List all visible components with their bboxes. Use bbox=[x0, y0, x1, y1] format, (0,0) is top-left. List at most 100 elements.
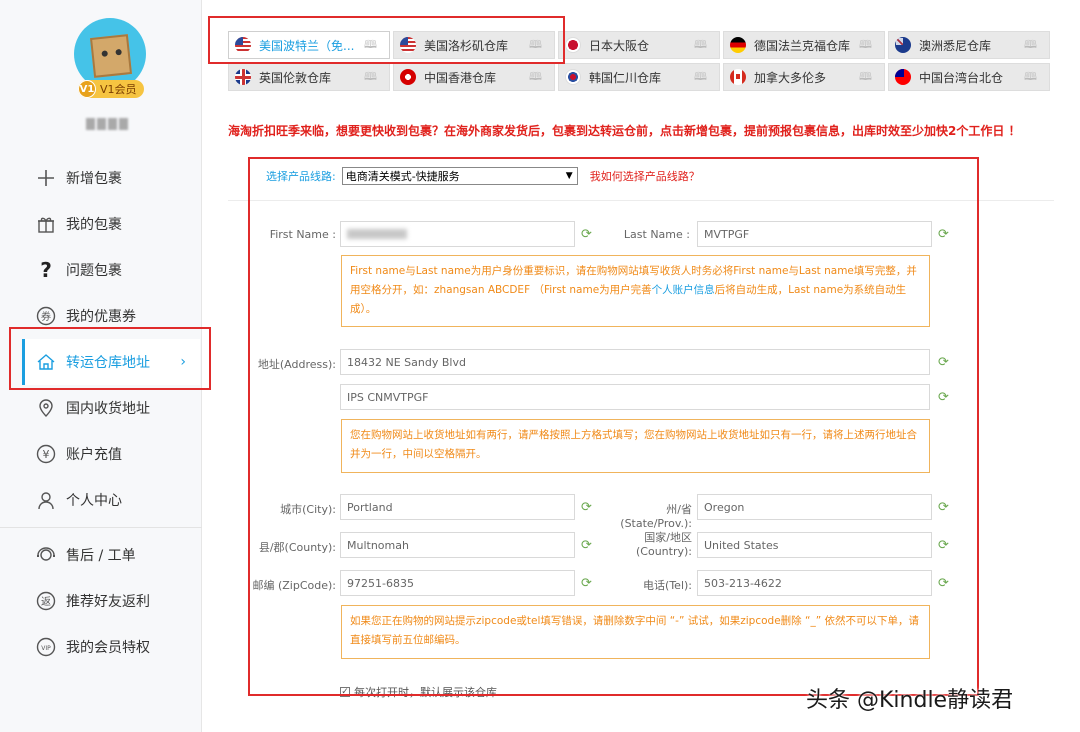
book-icon: 🕮 bbox=[529, 37, 542, 51]
zip-label: 邮编 (ZipCode): bbox=[252, 579, 336, 592]
us-flag-icon bbox=[235, 37, 251, 53]
sidebar-item-profile[interactable]: 个人中心 bbox=[0, 477, 202, 523]
sidebar-item-coupons[interactable]: 券 我的优惠券 bbox=[0, 293, 202, 339]
copy-icon[interactable]: ⟳ bbox=[581, 501, 595, 515]
sidebar-item-after-sales[interactable]: 售后 / 工单 bbox=[0, 532, 202, 578]
country-label: 国家/地区 (Country): bbox=[598, 531, 692, 559]
profile-link[interactable]: 个人账户信息 bbox=[652, 284, 715, 296]
svg-text:券: 券 bbox=[41, 310, 51, 323]
copy-icon[interactable]: ⟳ bbox=[581, 539, 595, 553]
sidebar-item-problem-packages[interactable]: ? 问题包裹 bbox=[0, 247, 202, 293]
first-name-field[interactable] bbox=[340, 221, 575, 247]
rebate-icon: 返 bbox=[36, 591, 56, 611]
tab-label: 美国波特兰（免... bbox=[259, 38, 355, 53]
tab-label: 韩国仁川仓库 bbox=[589, 70, 662, 85]
tab-label: 加拿大多伦多 bbox=[754, 70, 827, 85]
vip-badge: V1 V1会员 bbox=[78, 80, 144, 98]
first-name-blurred bbox=[347, 229, 407, 239]
book-icon: 🕮 bbox=[1024, 69, 1037, 83]
tab-label: 澳洲悉尼仓库 bbox=[919, 38, 992, 53]
copy-icon[interactable]: ⟳ bbox=[938, 577, 952, 591]
sidebar-item-recharge[interactable]: ¥ 账户充值 bbox=[0, 431, 202, 477]
sidebar-item-warehouse-address[interactable]: 转运仓库地址 › bbox=[22, 339, 200, 385]
county-label: 县/郡(County): bbox=[258, 541, 336, 554]
hong-kong-flag-icon bbox=[400, 69, 416, 85]
copy-icon[interactable]: ⟳ bbox=[938, 228, 952, 242]
question-icon: ? bbox=[40, 258, 52, 282]
vip-icon: VIP bbox=[36, 637, 56, 657]
sidebar-item-my-packages[interactable]: 我的包裹 bbox=[0, 201, 202, 247]
tab-uk-london[interactable]: 英国伦敦仓库 🕮 bbox=[228, 63, 390, 91]
svg-text:VIP: VIP bbox=[41, 645, 51, 652]
address-line-2-field[interactable]: IPS CNMVTPGF bbox=[340, 384, 930, 410]
copy-icon[interactable]: ⟳ bbox=[581, 577, 595, 591]
route-select[interactable]: 电商清关模式-快捷服务 ▼ bbox=[341, 167, 578, 185]
copy-icon[interactable]: ⟳ bbox=[581, 228, 595, 242]
avatar[interactable]: V1 V1会员 bbox=[74, 18, 148, 98]
tab-japan-osaka[interactable]: 日本大阪仓 🕮 bbox=[558, 31, 720, 59]
sidebar-item-add-package[interactable]: 新增包裹 bbox=[0, 155, 202, 201]
book-icon: 🕮 bbox=[859, 37, 872, 51]
zip-field[interactable]: 97251-6835 bbox=[340, 570, 575, 596]
divider bbox=[228, 200, 1054, 201]
chevron-right-icon: › bbox=[180, 354, 186, 370]
tab-us-portland[interactable]: 美国波特兰（免... 🕮 bbox=[228, 31, 390, 59]
sidebar-item-label: 国内收货地址 bbox=[66, 401, 150, 417]
sidebar-item-label: 转运仓库地址 bbox=[66, 355, 150, 371]
default-warehouse-option[interactable]: ✓ 每次打开时，默认展示该仓库 bbox=[340, 684, 497, 700]
book-icon: 🕮 bbox=[859, 69, 872, 83]
address-label: 地址(Address): bbox=[257, 358, 336, 371]
copy-icon[interactable]: ⟳ bbox=[938, 356, 952, 370]
sidebar-item-label: 个人中心 bbox=[66, 493, 122, 509]
county-field[interactable]: Multnomah bbox=[340, 532, 575, 558]
copy-icon[interactable]: ⟳ bbox=[938, 539, 952, 553]
japan-flag-icon bbox=[565, 37, 581, 53]
tab-us-los-angeles[interactable]: 美国洛杉矶仓库 🕮 bbox=[393, 31, 555, 59]
sidebar-item-label: 我的会员特权 bbox=[66, 640, 150, 656]
taiwan-flag-icon bbox=[895, 69, 911, 85]
copy-icon[interactable]: ⟳ bbox=[938, 391, 952, 405]
last-name-label: Last Name : bbox=[623, 228, 690, 241]
svg-text:返: 返 bbox=[41, 596, 51, 608]
sidebar-menu: 新增包裹 我的包裹 ? 问题包裹 券 我的优惠券 转运仓库地址 › 国内收货地址… bbox=[0, 155, 202, 670]
uk-flag-icon bbox=[235, 69, 251, 85]
state-field[interactable]: Oregon bbox=[697, 494, 932, 520]
book-icon: 🕮 bbox=[694, 37, 707, 51]
australia-flag-icon bbox=[895, 37, 911, 53]
tab-taiwan-taipei[interactable]: 中国台湾台北仓 🕮 bbox=[888, 63, 1050, 91]
sidebar-item-vip-privileges[interactable]: VIP 我的会员特权 bbox=[0, 624, 202, 670]
country-field[interactable]: United States bbox=[697, 532, 932, 558]
city-field[interactable]: Portland bbox=[340, 494, 575, 520]
service-icon bbox=[36, 545, 56, 565]
tab-germany-frankfurt[interactable]: 德国法兰克福仓库 🕮 bbox=[723, 31, 885, 59]
korea-flag-icon bbox=[565, 69, 581, 85]
last-name-field[interactable]: MVTPGF bbox=[697, 221, 932, 247]
book-icon: 🕮 bbox=[529, 69, 542, 83]
tel-field[interactable]: 503-213-4622 bbox=[697, 570, 932, 596]
sidebar-item-label: 新增包裹 bbox=[66, 171, 122, 187]
caret-down-icon: ▼ bbox=[565, 171, 573, 181]
book-icon: 🕮 bbox=[1024, 37, 1037, 51]
route-help-link[interactable]: 我如何选择产品线路？ bbox=[590, 168, 700, 184]
route-label: 选择产品线路: bbox=[266, 170, 336, 183]
zip-tip: 如果您正在购物的网站提示zipcode或tel填写错误，请删除数字中间 “-” … bbox=[341, 605, 930, 659]
tab-hong-kong[interactable]: 中国香港仓库 🕮 bbox=[393, 63, 555, 91]
copy-icon[interactable]: ⟳ bbox=[938, 501, 952, 515]
address-line-1-field[interactable]: 18432 NE Sandy Blvd bbox=[340, 349, 930, 375]
promo-notice: 海淘折扣旺季来临，想要更快收到包裹？在海外商家发货后，包裹到达转运仓前，点击新增… bbox=[228, 124, 1021, 138]
tab-canada-toronto[interactable]: 加拿大多伦多 🕮 bbox=[723, 63, 885, 91]
book-icon: 🕮 bbox=[694, 69, 707, 83]
country-label-line-1: 国家/地区 bbox=[644, 531, 692, 544]
sidebar-item-referral[interactable]: 返 推荐好友返利 bbox=[0, 578, 202, 624]
first-name-label: First Name : bbox=[269, 228, 336, 241]
book-icon: 🕮 bbox=[364, 69, 377, 83]
sidebar-item-label: 问题包裹 bbox=[66, 263, 122, 279]
checkbox-checked-icon[interactable]: ✓ bbox=[340, 687, 350, 697]
sidebar-item-label: 我的优惠券 bbox=[66, 309, 136, 325]
tab-korea-incheon[interactable]: 韩国仁川仓库 🕮 bbox=[558, 63, 720, 91]
location-pin-icon bbox=[36, 398, 56, 418]
sidebar-item-label: 推荐好友返利 bbox=[66, 594, 150, 610]
tab-australia-sydney[interactable]: 澳洲悉尼仓库 🕮 bbox=[888, 31, 1050, 59]
book-icon: 🕮 bbox=[364, 37, 377, 51]
sidebar-item-domestic-address[interactable]: 国内收货地址 bbox=[0, 385, 202, 431]
